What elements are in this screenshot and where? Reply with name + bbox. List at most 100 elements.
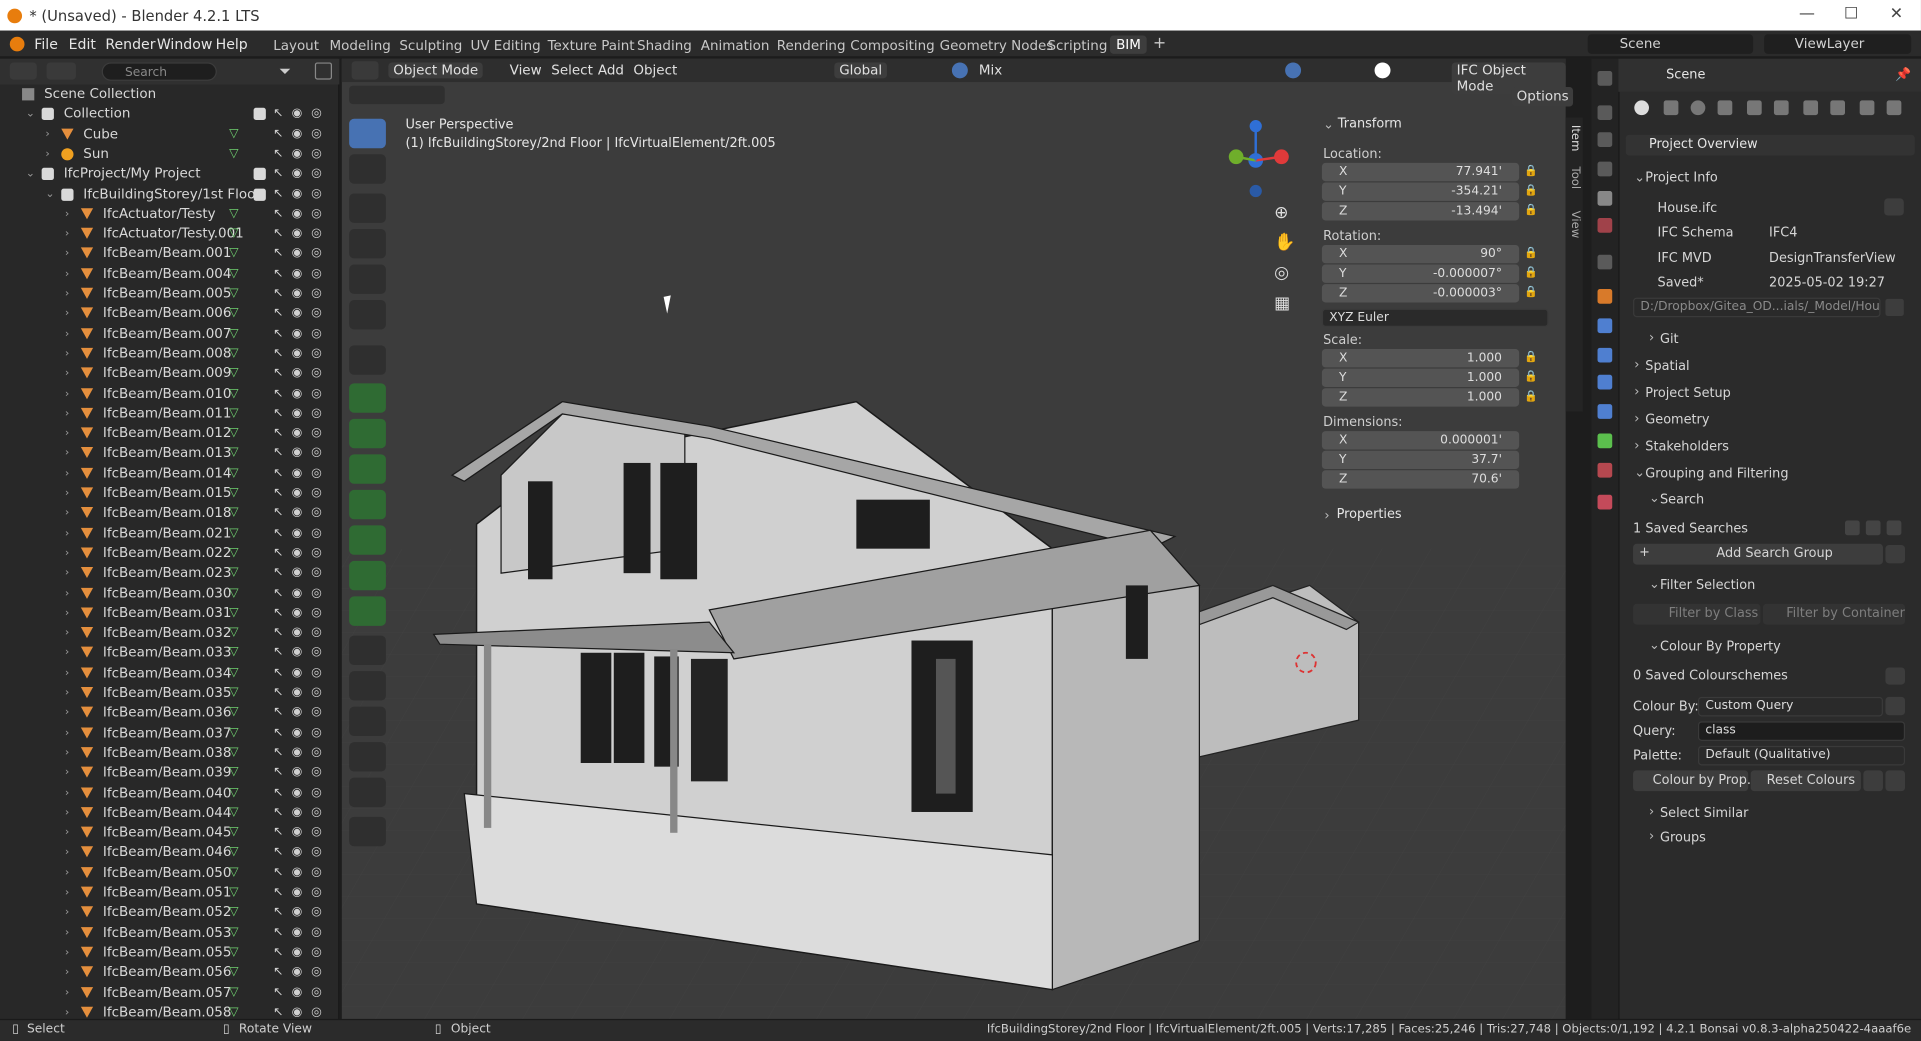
select-arrow-icon[interactable]: ↖ xyxy=(273,604,283,624)
mesh-data-icon[interactable]: ▽ xyxy=(229,663,238,683)
expand-chevron-icon[interactable]: › xyxy=(65,783,69,803)
select-arrow-icon[interactable]: ↖ xyxy=(273,404,283,424)
outliner-row[interactable]: › IfcBeam/Beam.023 ▽ ↖ ◉ ◎ xyxy=(0,564,339,584)
expand-chevron-icon[interactable]: › xyxy=(65,424,69,444)
select-arrow-icon[interactable]: ↖ xyxy=(273,304,283,324)
outliner-row[interactable]: › IfcBeam/Beam.055 ▽ ↖ ◉ ◎ xyxy=(0,943,339,963)
project-overview-tab-icon[interactable] xyxy=(1634,100,1649,116)
output-tab-icon[interactable] xyxy=(1597,132,1613,147)
select-arrow-icon[interactable]: ↖ xyxy=(273,843,283,863)
camera-render-icon[interactable]: ◎ xyxy=(311,643,322,663)
outliner-row[interactable]: › IfcBeam/Beam.005 ▽ ↖ ◉ ◎ xyxy=(0,284,339,304)
mesh-data-icon[interactable]: ▽ xyxy=(229,264,238,284)
camera-render-icon[interactable]: ◎ xyxy=(311,623,322,643)
expand-chevron-icon[interactable]: › xyxy=(65,903,69,923)
outliner-row[interactable]: › Cube ▽ ↖ ◉ ◎ xyxy=(0,124,339,144)
mesh-data-icon[interactable]: ▽ xyxy=(229,723,238,743)
menu-file[interactable]: File xyxy=(34,36,58,53)
mesh-data-icon[interactable]: ▽ xyxy=(229,883,238,903)
door-tool[interactable] xyxy=(349,454,386,484)
collapse-chevron-icon[interactable]: ⌄ xyxy=(45,184,54,204)
eye-icon[interactable]: ◉ xyxy=(292,903,303,923)
eye-icon[interactable]: ◉ xyxy=(292,384,303,404)
expand-chevron-icon[interactable]: › xyxy=(65,344,69,364)
camera-render-icon[interactable]: ◎ xyxy=(311,983,322,1003)
tab-bim[interactable]: BIM xyxy=(1109,35,1148,54)
add-workspace-button[interactable]: + xyxy=(1153,34,1166,52)
filter-selection-subsection[interactable]: Filter Selection xyxy=(1660,578,1755,593)
outliner-row[interactable]: › IfcBeam/Beam.053 ▽ ↖ ◉ ◎ xyxy=(0,923,339,943)
select-arrow-icon[interactable]: ↖ xyxy=(273,683,283,703)
mesh-data-icon[interactable]: ▽ xyxy=(229,324,238,344)
move-tool[interactable] xyxy=(349,193,386,223)
expand-chevron-icon[interactable]: › xyxy=(65,983,69,1003)
scene-tab-icon[interactable] xyxy=(1597,191,1613,206)
eye-icon[interactable]: ◉ xyxy=(292,444,303,464)
camera-render-icon[interactable]: ◎ xyxy=(311,943,322,963)
outliner-row[interactable]: ⌄ Collection ↖ ◉ ◎ xyxy=(0,104,339,124)
outliner-row[interactable]: › IfcBeam/Beam.021 ▽ ↖ ◉ ◎ xyxy=(0,524,339,544)
select-arrow-icon[interactable]: ↖ xyxy=(273,424,283,444)
eye-icon[interactable]: ◉ xyxy=(292,763,303,783)
outliner-row[interactable]: › IfcBeam/Beam.018 ▽ ↖ ◉ ◎ xyxy=(0,504,339,524)
display-mode-icon[interactable] xyxy=(46,62,76,80)
eye-icon[interactable]: ◉ xyxy=(292,104,303,124)
select-arrow-icon[interactable]: ↖ xyxy=(273,663,283,683)
dimensions-y-field[interactable]: Y 37.7' xyxy=(1321,450,1520,470)
options-dropdown[interactable]: Options xyxy=(1511,86,1574,107)
expand-chevron-icon[interactable]: › xyxy=(65,943,69,963)
expand-chevron-icon[interactable]: › xyxy=(65,544,69,564)
pin-icon[interactable]: 📌 xyxy=(1895,66,1911,82)
project-info-section[interactable]: Project Info xyxy=(1645,170,1717,185)
eye-icon[interactable]: ◉ xyxy=(292,963,303,983)
tab-rendering[interactable]: Rendering xyxy=(777,38,846,54)
select-arrow-icon[interactable]: ↖ xyxy=(273,584,283,604)
expand-chevron-icon[interactable]: › xyxy=(65,623,69,643)
outliner-row[interactable]: › IfcBeam/Beam.014 ▽ ↖ ◉ ◎ xyxy=(0,464,339,484)
expand-chevron-icon[interactable]: › xyxy=(65,863,69,883)
eye-icon[interactable]: ◉ xyxy=(292,264,303,284)
tab-scripting[interactable]: Scripting xyxy=(1047,38,1107,54)
colour-by-dropdown[interactable]: Custom Query xyxy=(1697,696,1883,717)
select-arrow-icon[interactable]: ↖ xyxy=(273,344,283,364)
project-overview-dropdown[interactable]: Project Overview xyxy=(1625,134,1915,156)
geometry-expand-icon[interactable]: › xyxy=(1634,411,1639,426)
select-similar-subsection[interactable]: Select Similar xyxy=(1660,806,1748,821)
overlay-icon[interactable] xyxy=(1285,62,1302,79)
camera-render-icon[interactable]: ◎ xyxy=(311,344,322,364)
select-arrow-icon[interactable]: ↖ xyxy=(273,284,283,304)
expand-chevron-icon[interactable]: › xyxy=(65,963,69,983)
expand-chevron-icon[interactable]: › xyxy=(65,643,69,663)
render-tab-icon[interactable] xyxy=(1597,105,1613,121)
grid-icon[interactable]: ▦ xyxy=(1274,294,1290,314)
viewport-editor-type-icon[interactable] xyxy=(351,61,379,80)
wall-tool[interactable] xyxy=(349,383,386,413)
mesh-data-icon[interactable]: ▽ xyxy=(229,224,238,244)
select-arrow-icon[interactable]: ↖ xyxy=(273,643,283,663)
mesh-data-icon[interactable]: ▽ xyxy=(229,404,238,424)
filter-by-class-button[interactable]: Filter by Class xyxy=(1633,603,1761,625)
camera-render-icon[interactable]: ◎ xyxy=(311,863,322,883)
select-arrow-icon[interactable]: ↖ xyxy=(273,444,283,464)
lock-icon[interactable]: 🔒 xyxy=(1524,267,1538,279)
expand-chevron-icon[interactable]: › xyxy=(65,883,69,903)
rotation-mode-dropdown[interactable]: XYZ Euler xyxy=(1321,308,1549,327)
expand-chevron-icon[interactable]: › xyxy=(65,364,69,384)
outliner-row[interactable]: › IfcBeam/Beam.050 ▽ ↖ ◉ ◎ xyxy=(0,863,339,883)
colour-by-property-subsection[interactable]: Colour By Property xyxy=(1660,639,1781,654)
camera-render-icon[interactable]: ◎ xyxy=(311,364,322,384)
select-arrow-icon[interactable]: ↖ xyxy=(273,264,283,284)
minimize-button[interactable]: — xyxy=(1797,6,1817,23)
select-arrow-icon[interactable]: ↖ xyxy=(273,384,283,404)
tab-geometry-nodes[interactable]: Geometry Nodes xyxy=(940,38,1054,54)
colour-by-property-collapse-icon[interactable]: ⌄ xyxy=(1649,638,1660,653)
select-arrow-icon[interactable]: ↖ xyxy=(273,983,283,1003)
snap-icon[interactable] xyxy=(951,62,968,79)
camera-render-icon[interactable]: ◎ xyxy=(311,324,322,344)
expand-chevron-icon[interactable]: › xyxy=(65,564,69,584)
space-tool[interactable] xyxy=(349,671,386,701)
camera-render-icon[interactable]: ◎ xyxy=(311,504,322,524)
tab-texture-paint[interactable]: Texture Paint xyxy=(548,38,635,54)
eye-icon[interactable]: ◉ xyxy=(292,404,303,424)
outliner-row[interactable]: › IfcBeam/Beam.022 ▽ ↖ ◉ ◎ xyxy=(0,544,339,564)
